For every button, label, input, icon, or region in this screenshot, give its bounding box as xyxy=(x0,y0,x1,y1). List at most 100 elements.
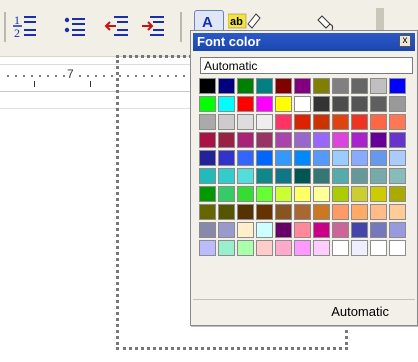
color-swatch[interactable] xyxy=(351,96,368,112)
color-swatch[interactable] xyxy=(313,114,330,130)
color-swatch[interactable] xyxy=(313,132,330,148)
color-swatch[interactable] xyxy=(313,204,330,220)
color-swatch[interactable] xyxy=(294,186,311,202)
color-swatch[interactable] xyxy=(237,78,254,94)
color-swatch[interactable] xyxy=(389,96,406,112)
color-swatch[interactable] xyxy=(237,114,254,130)
color-swatch[interactable] xyxy=(351,240,368,256)
color-swatch[interactable] xyxy=(351,114,368,130)
color-swatch[interactable] xyxy=(313,168,330,184)
color-swatch[interactable] xyxy=(199,78,216,94)
color-swatch[interactable] xyxy=(218,204,235,220)
color-swatch[interactable] xyxy=(256,240,273,256)
color-swatch[interactable] xyxy=(218,132,235,148)
color-swatch[interactable] xyxy=(256,168,273,184)
color-swatch[interactable] xyxy=(370,240,387,256)
color-swatch[interactable] xyxy=(351,132,368,148)
color-swatch[interactable] xyxy=(275,240,292,256)
color-swatch[interactable] xyxy=(332,78,349,94)
color-swatch[interactable] xyxy=(389,240,406,256)
color-swatch[interactable] xyxy=(332,96,349,112)
color-swatch[interactable] xyxy=(218,114,235,130)
color-swatch[interactable] xyxy=(389,78,406,94)
color-swatch[interactable] xyxy=(313,222,330,238)
color-swatch[interactable] xyxy=(370,222,387,238)
color-swatch[interactable] xyxy=(275,114,292,130)
color-swatch[interactable] xyxy=(370,114,387,130)
color-swatch[interactable] xyxy=(389,204,406,220)
color-swatch[interactable] xyxy=(275,204,292,220)
color-swatch[interactable] xyxy=(370,186,387,202)
color-swatch[interactable] xyxy=(237,240,254,256)
color-swatch[interactable] xyxy=(275,222,292,238)
color-swatch[interactable] xyxy=(199,150,216,166)
bullets-button[interactable] xyxy=(62,10,90,42)
color-swatch[interactable] xyxy=(389,132,406,148)
increase-indent-button[interactable] xyxy=(140,10,168,42)
color-swatch[interactable] xyxy=(351,150,368,166)
color-swatch[interactable] xyxy=(389,186,406,202)
color-swatch[interactable] xyxy=(332,168,349,184)
color-swatch[interactable] xyxy=(199,168,216,184)
color-swatch[interactable] xyxy=(370,78,387,94)
color-swatch[interactable] xyxy=(370,96,387,112)
color-swatch[interactable] xyxy=(275,168,292,184)
decrease-indent-button[interactable] xyxy=(104,10,132,42)
color-swatch[interactable] xyxy=(332,222,349,238)
color-swatch[interactable] xyxy=(332,132,349,148)
automatic-button[interactable]: Automatic xyxy=(193,301,415,323)
color-swatch[interactable] xyxy=(313,150,330,166)
color-swatch[interactable] xyxy=(256,204,273,220)
color-swatch[interactable] xyxy=(199,186,216,202)
color-swatch[interactable] xyxy=(332,240,349,256)
color-swatch[interactable] xyxy=(313,240,330,256)
color-swatch[interactable] xyxy=(351,78,368,94)
color-swatch[interactable] xyxy=(294,168,311,184)
color-swatch[interactable] xyxy=(218,186,235,202)
color-swatch[interactable] xyxy=(218,222,235,238)
color-swatch[interactable] xyxy=(256,96,273,112)
color-swatch[interactable] xyxy=(237,96,254,112)
color-swatch[interactable] xyxy=(199,222,216,238)
color-swatch[interactable] xyxy=(237,150,254,166)
color-swatch[interactable] xyxy=(275,150,292,166)
color-swatch[interactable] xyxy=(313,96,330,112)
color-swatch[interactable] xyxy=(256,132,273,148)
color-swatch[interactable] xyxy=(237,168,254,184)
color-swatch[interactable] xyxy=(389,168,406,184)
color-swatch[interactable] xyxy=(370,132,387,148)
color-swatch[interactable] xyxy=(389,114,406,130)
color-swatch[interactable] xyxy=(370,204,387,220)
color-swatch[interactable] xyxy=(294,240,311,256)
color-swatch[interactable] xyxy=(256,78,273,94)
close-button[interactable]: x xyxy=(399,35,411,47)
color-swatch[interactable] xyxy=(351,222,368,238)
color-swatch[interactable] xyxy=(351,168,368,184)
color-swatch[interactable] xyxy=(313,78,330,94)
color-name-field[interactable]: Automatic xyxy=(200,57,413,74)
color-swatch[interactable] xyxy=(237,222,254,238)
color-swatch[interactable] xyxy=(351,204,368,220)
color-swatch[interactable] xyxy=(294,78,311,94)
color-swatch[interactable] xyxy=(199,96,216,112)
color-swatch[interactable] xyxy=(294,150,311,166)
color-swatch[interactable] xyxy=(275,78,292,94)
color-swatch[interactable] xyxy=(294,132,311,148)
color-swatch[interactable] xyxy=(237,186,254,202)
popup-title-bar[interactable]: Font color x xyxy=(193,33,415,51)
color-swatch[interactable] xyxy=(332,204,349,220)
color-swatch[interactable] xyxy=(199,240,216,256)
color-swatch[interactable] xyxy=(218,240,235,256)
color-swatch[interactable] xyxy=(294,96,311,112)
color-swatch[interactable] xyxy=(275,186,292,202)
color-swatch[interactable] xyxy=(275,96,292,112)
color-swatch[interactable] xyxy=(199,204,216,220)
color-swatch[interactable] xyxy=(199,132,216,148)
color-swatch[interactable] xyxy=(313,186,330,202)
color-swatch[interactable] xyxy=(332,186,349,202)
color-swatch[interactable] xyxy=(370,150,387,166)
color-swatch[interactable] xyxy=(256,114,273,130)
color-swatch[interactable] xyxy=(218,78,235,94)
color-swatch[interactable] xyxy=(351,186,368,202)
color-swatch[interactable] xyxy=(256,186,273,202)
